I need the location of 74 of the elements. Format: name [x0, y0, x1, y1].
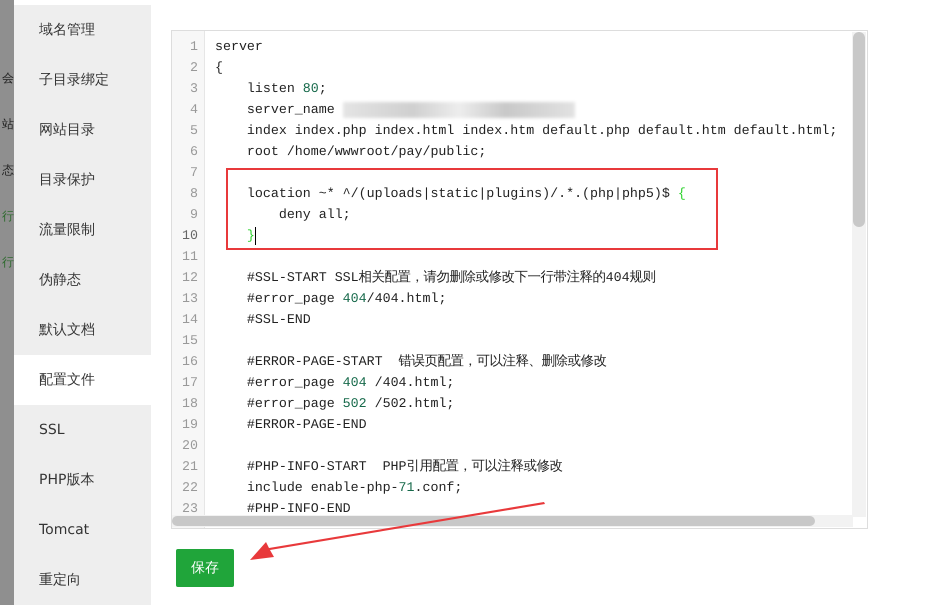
- background-text: 站: [2, 116, 14, 132]
- code-text: root /home/wwwroot/pay/public;: [246, 144, 486, 159]
- code-text: /404.html;: [366, 291, 446, 306]
- code-text: /404.html;: [374, 375, 454, 390]
- code-text: #error_page: [246, 291, 336, 306]
- sidebar-item[interactable]: 默认文档: [14, 305, 151, 355]
- code-text: {: [678, 186, 686, 201]
- code-text: }: [246, 228, 255, 243]
- code-text: {: [215, 60, 223, 75]
- background-text: 行: [2, 254, 14, 270]
- line-number: 9: [190, 206, 199, 224]
- line-number: 4: [190, 101, 199, 119]
- background-text: 行: [2, 208, 14, 224]
- code-text: #ERROR-PAGE-END: [246, 417, 367, 432]
- code-text: 71: [398, 480, 414, 495]
- code-text: #SSL-START SSL相关配置，请勿删除或修改下一行带注释的404规则: [246, 270, 656, 285]
- code-text: .conf;: [414, 480, 462, 495]
- code-text: deny all;: [278, 207, 351, 222]
- code-text: location ~* ^/(uploads|static|plugins)/.*.(php|php5)$: [246, 186, 671, 201]
- line-number: 8: [190, 185, 199, 203]
- background-text: 会: [2, 70, 14, 86]
- line-number: 13: [182, 290, 199, 308]
- code-text: #PHP-INFO-START PHP引用配置，可以注释或修改: [246, 459, 563, 474]
- vertical-scrollbar[interactable]: [852, 32, 866, 517]
- sidebar-item[interactable]: Tomcat: [14, 505, 151, 555]
- line-number: 17: [182, 374, 199, 392]
- line-number: 11: [182, 248, 199, 266]
- line-number: 1: [190, 38, 199, 56]
- code-text: #error_page: [246, 375, 336, 390]
- sidebar-item[interactable]: 伪静态: [14, 255, 151, 305]
- sidebar-item[interactable]: SSL: [14, 405, 151, 455]
- line-number: 7: [190, 164, 199, 182]
- line-number: 2: [190, 59, 199, 77]
- code-text: index index.php index.html index.htm default.php default.htm default.html;: [246, 123, 838, 138]
- code-text: 80: [302, 81, 319, 96]
- code-text: server: [215, 39, 263, 54]
- code-text: #error_page: [246, 396, 336, 411]
- code-text: #PHP-INFO-END: [246, 501, 351, 516]
- sidebar-item[interactable]: 网站目录: [14, 105, 151, 155]
- line-number: 3: [190, 80, 199, 98]
- code-text: include enable-php-: [246, 480, 399, 495]
- line-number: 15: [182, 332, 199, 350]
- line-number: 6: [190, 143, 199, 161]
- sidebar-item[interactable]: 配置文件: [14, 355, 151, 405]
- code-text: listen: [246, 81, 296, 96]
- line-number: 12: [182, 269, 199, 287]
- background-text: 态: [2, 162, 14, 178]
- line-number: 16: [182, 353, 199, 371]
- text-cursor: [254, 226, 256, 244]
- code-text: #SSL-END: [246, 312, 311, 327]
- sidebar-item[interactable]: 域名管理: [14, 5, 151, 55]
- code-text: /502.html;: [374, 396, 454, 411]
- line-number: 10: [182, 227, 199, 245]
- code-text: ;: [318, 81, 327, 96]
- sidebar-item[interactable]: 重定向: [14, 555, 151, 605]
- line-number: 21: [182, 458, 199, 476]
- code-text: 404: [342, 375, 367, 390]
- line-number: 18: [182, 395, 199, 413]
- line-number: 14: [182, 311, 199, 329]
- code-editor[interactable]: [171, 30, 868, 529]
- code-text: 404: [342, 291, 367, 306]
- line-number: 5: [190, 122, 199, 140]
- line-number: 22: [182, 479, 199, 497]
- line-number: 19: [182, 416, 199, 434]
- sidebar-item[interactable]: 目录保护: [14, 155, 151, 205]
- code-text: server_name: [246, 102, 336, 117]
- code-text: #ERROR-PAGE-START 错误页配置，可以注释、删除或修改: [246, 354, 607, 369]
- sidebar-item[interactable]: 子目录绑定: [14, 55, 151, 105]
- line-number: 20: [182, 437, 199, 455]
- sidebar-item[interactable]: 流量限制: [14, 205, 151, 255]
- code-text: 502: [342, 396, 367, 411]
- line-number: 23: [182, 500, 199, 518]
- horizontal-scrollbar[interactable]: [172, 515, 853, 527]
- sidebar-item[interactable]: PHP版本: [14, 455, 151, 505]
